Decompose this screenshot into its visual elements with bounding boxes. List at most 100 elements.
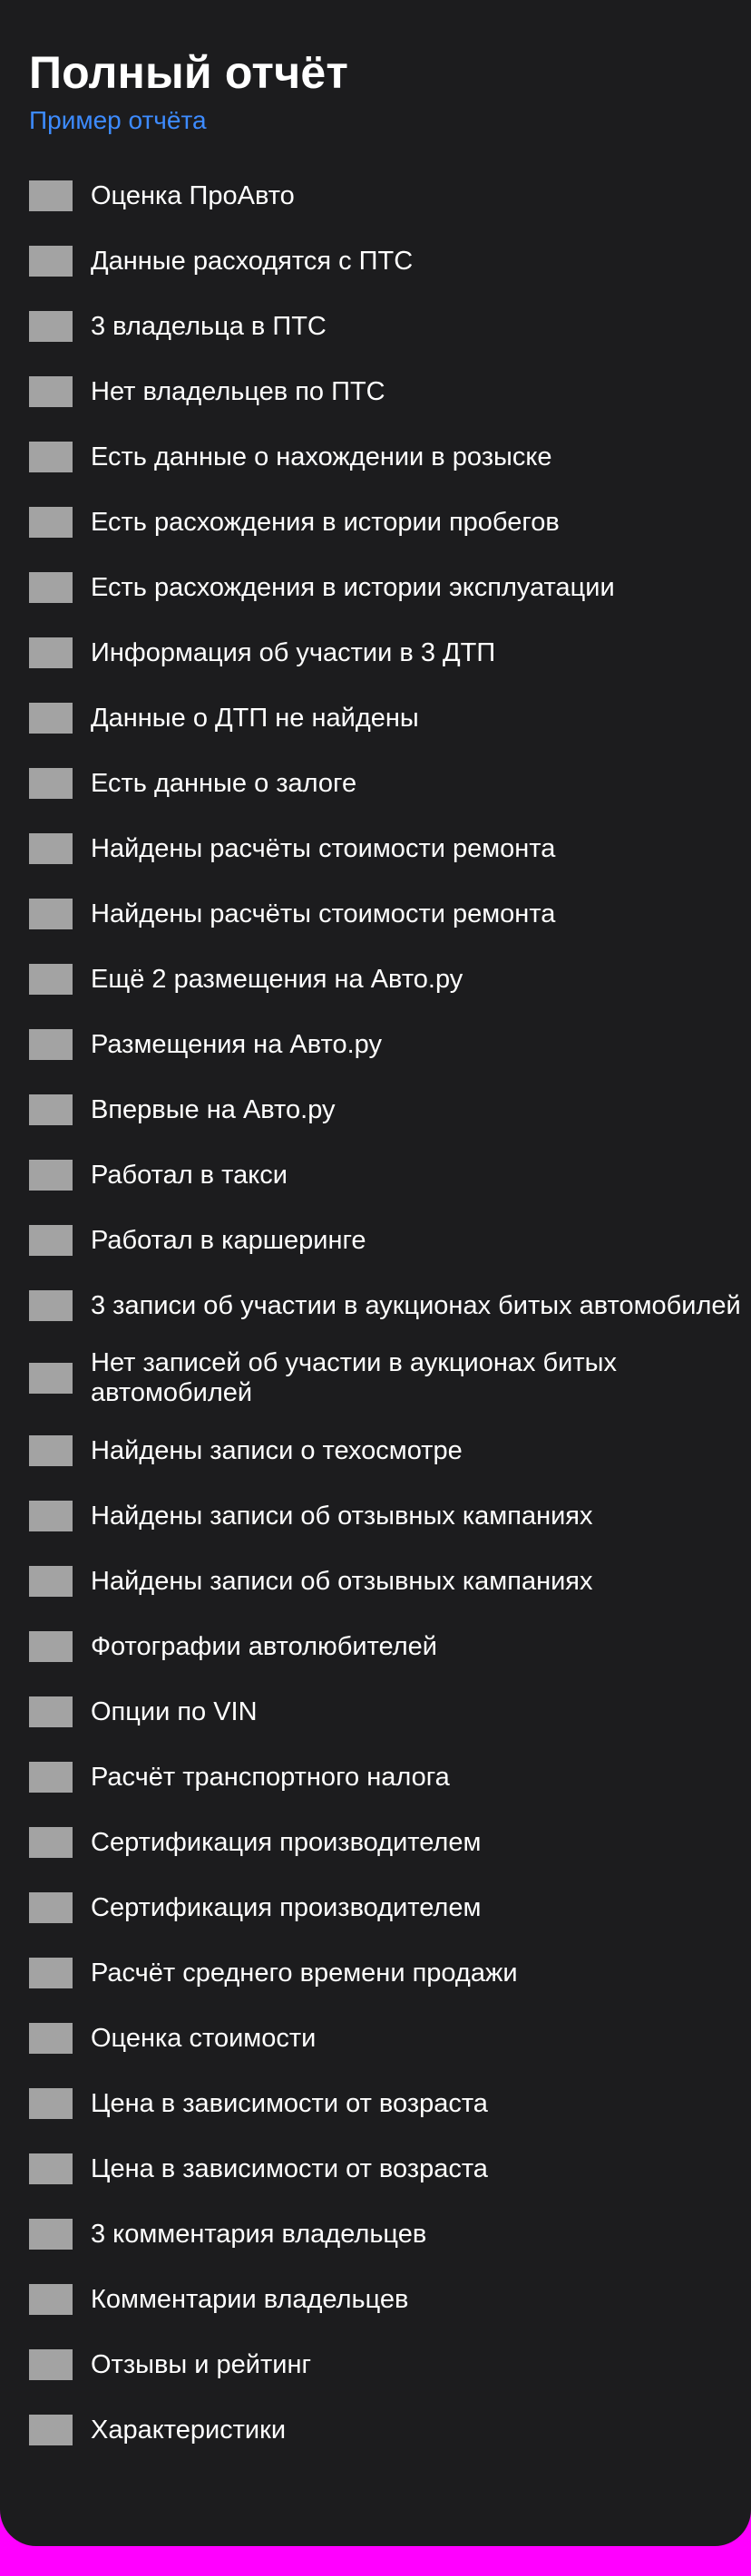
report-item: Найдены записи об отзывных кампаниях	[29, 1549, 751, 1614]
report-item: Фотографии автолюбителей	[29, 1614, 751, 1679]
report-item-label: Работал в каршеринге	[91, 1225, 366, 1255]
report-title: Полный отчёт	[29, 47, 349, 98]
report-item: Расчёт среднего времени продажи	[29, 1940, 751, 2006]
report-item: Есть расхождения в истории пробегов	[29, 490, 751, 555]
report-item-placeholder-icon	[29, 1435, 73, 1466]
report-item-label: Фотографии автолюбителей	[91, 1631, 437, 1661]
report-item-label: Данные о ДТП не найдены	[91, 703, 419, 733]
report-item-placeholder-icon	[29, 311, 73, 342]
report-item-label: Оценка ПроАвто	[91, 180, 295, 210]
report-item-label: 3 записи об участии в аукционах битых ав…	[91, 1290, 741, 1320]
report-item: Сертификация производителем	[29, 1875, 751, 1940]
report-item-placeholder-icon	[29, 1029, 73, 1060]
report-item-label: Есть данные о залоге	[91, 768, 357, 798]
report-item-placeholder-icon	[29, 637, 73, 668]
report-item: Расчёт транспортного налога	[29, 1745, 751, 1810]
report-item-label: Есть расхождения в истории эксплуатации	[91, 572, 615, 602]
report-item: Впервые на Авто.ру	[29, 1077, 751, 1142]
report-item-label: Найдены записи об отзывных кампаниях	[91, 1501, 593, 1531]
report-item: Комментарии владельцев	[29, 2267, 751, 2332]
report-item: Оценка стоимости	[29, 2006, 751, 2071]
report-item-placeholder-icon	[29, 2415, 73, 2445]
report-item-label: Найдены расчёты стоимости ремонта	[91, 833, 556, 863]
report-item-label: Опции по VIN	[91, 1696, 258, 1726]
report-item-label: Характеристики	[91, 2415, 287, 2445]
report-item: Цена в зависимости от возраста	[29, 2071, 751, 2136]
report-item: Есть данные о залоге	[29, 751, 751, 816]
report-item-label: Есть данные о нахождении в розыске	[91, 442, 552, 471]
report-item: Размещения на Авто.ру	[29, 1012, 751, 1077]
report-item-placeholder-icon	[29, 2023, 73, 2054]
report-item-label: Найдены записи об отзывных кампаниях	[91, 1566, 593, 1596]
report-item: Есть данные о нахождении в розыске	[29, 424, 751, 490]
report-item: Работал в такси	[29, 1142, 751, 1208]
report-item-label: Впервые на Авто.ру	[91, 1094, 336, 1124]
report-item: Сертификация производителем	[29, 1810, 751, 1875]
report-item-label: Данные расходятся с ПТС	[91, 246, 414, 276]
report-item-placeholder-icon	[29, 1696, 73, 1727]
report-item-label: Оценка стоимости	[91, 2023, 317, 2053]
full-report-card: Полный отчёт Пример отчёта Оценка ПроАвт…	[0, 0, 751, 2546]
report-item: Есть расхождения в истории эксплуатации	[29, 555, 751, 620]
report-item: Данные расходятся с ПТС	[29, 228, 751, 294]
report-item-placeholder-icon	[29, 2153, 73, 2184]
report-item: Отзывы и рейтинг	[29, 2332, 751, 2397]
report-item-placeholder-icon	[29, 1762, 73, 1793]
report-item-label: Цена в зависимости от возраста	[91, 2088, 488, 2118]
report-items-list: Оценка ПроАвто Данные расходятся с ПТС 3 в…	[29, 163, 751, 2463]
report-item-label: Размещения на Авто.ру	[91, 1029, 382, 1059]
report-item-placeholder-icon	[29, 899, 73, 929]
report-item-label: Сертификация производителем	[91, 1827, 482, 1857]
report-item-label: Отзывы и рейтинг	[91, 2349, 312, 2379]
report-item-label: 3 владельца в ПТС	[91, 311, 327, 341]
report-item: Найдены записи о техосмотре	[29, 1418, 751, 1483]
report-item-label: 3 комментария владельцев	[91, 2219, 427, 2249]
report-item-placeholder-icon	[29, 1501, 73, 1531]
report-item: Нет записей об участии в аукционах битых…	[29, 1338, 751, 1418]
report-item-placeholder-icon	[29, 1827, 73, 1858]
report-item-placeholder-icon	[29, 442, 73, 472]
report-item: Оценка ПроАвто	[29, 163, 751, 228]
report-item-placeholder-icon	[29, 246, 73, 277]
report-item-label: Нет записей об участии в аукционах битых…	[91, 1348, 617, 1407]
report-item-placeholder-icon	[29, 507, 73, 538]
report-item: Цена в зависимости от возраста	[29, 2136, 751, 2202]
report-item-placeholder-icon	[29, 180, 73, 211]
report-item: Найдены записи об отзывных кампаниях	[29, 1483, 751, 1549]
report-item-placeholder-icon	[29, 833, 73, 864]
report-item: Нет владельцев по ПТС	[29, 359, 751, 424]
report-item-placeholder-icon	[29, 1290, 73, 1321]
report-item-placeholder-icon	[29, 1958, 73, 1988]
report-item-label: Расчёт транспортного налога	[91, 1762, 450, 1792]
report-item: Информация об участии в 3 ДТП	[29, 620, 751, 685]
report-item: 3 комментария владельцев	[29, 2202, 751, 2267]
report-item-placeholder-icon	[29, 2284, 73, 2315]
report-item: Найдены расчёты стоимости ремонта	[29, 881, 751, 947]
report-item-placeholder-icon	[29, 1160, 73, 1191]
report-item-placeholder-icon	[29, 1892, 73, 1923]
report-item-label: Нет владельцев по ПТС	[91, 376, 385, 406]
report-item-label: Найдены записи о техосмотре	[91, 1435, 463, 1465]
report-item-placeholder-icon	[29, 572, 73, 603]
report-item-label: Расчёт среднего времени продажи	[91, 1958, 518, 1988]
report-item-placeholder-icon	[29, 1631, 73, 1662]
report-item-placeholder-icon	[29, 964, 73, 995]
report-item-placeholder-icon	[29, 1094, 73, 1125]
report-item-label: Есть расхождения в истории пробегов	[91, 507, 560, 537]
sample-report-link[interactable]: Пример отчёта	[29, 105, 207, 136]
report-item-placeholder-icon	[29, 703, 73, 734]
report-item-placeholder-icon	[29, 1225, 73, 1256]
report-item-placeholder-icon	[29, 2349, 73, 2380]
report-item: Ещё 2 размещения на Авто.ру	[29, 947, 751, 1012]
report-item: Данные о ДТП не найдены	[29, 685, 751, 751]
report-item-placeholder-icon	[29, 768, 73, 799]
report-item-label: Ещё 2 размещения на Авто.ру	[91, 964, 463, 994]
report-item-label: Комментарии владельцев	[91, 2284, 409, 2314]
report-item-label: Найдены расчёты стоимости ремонта	[91, 899, 556, 928]
report-item: 3 записи об участии в аукционах битых ав…	[29, 1273, 751, 1338]
report-item-placeholder-icon	[29, 2219, 73, 2250]
report-item-placeholder-icon	[29, 1363, 73, 1394]
report-item-placeholder-icon	[29, 1566, 73, 1597]
report-item: Характеристики	[29, 2397, 751, 2463]
report-item: Работал в каршеринге	[29, 1208, 751, 1273]
